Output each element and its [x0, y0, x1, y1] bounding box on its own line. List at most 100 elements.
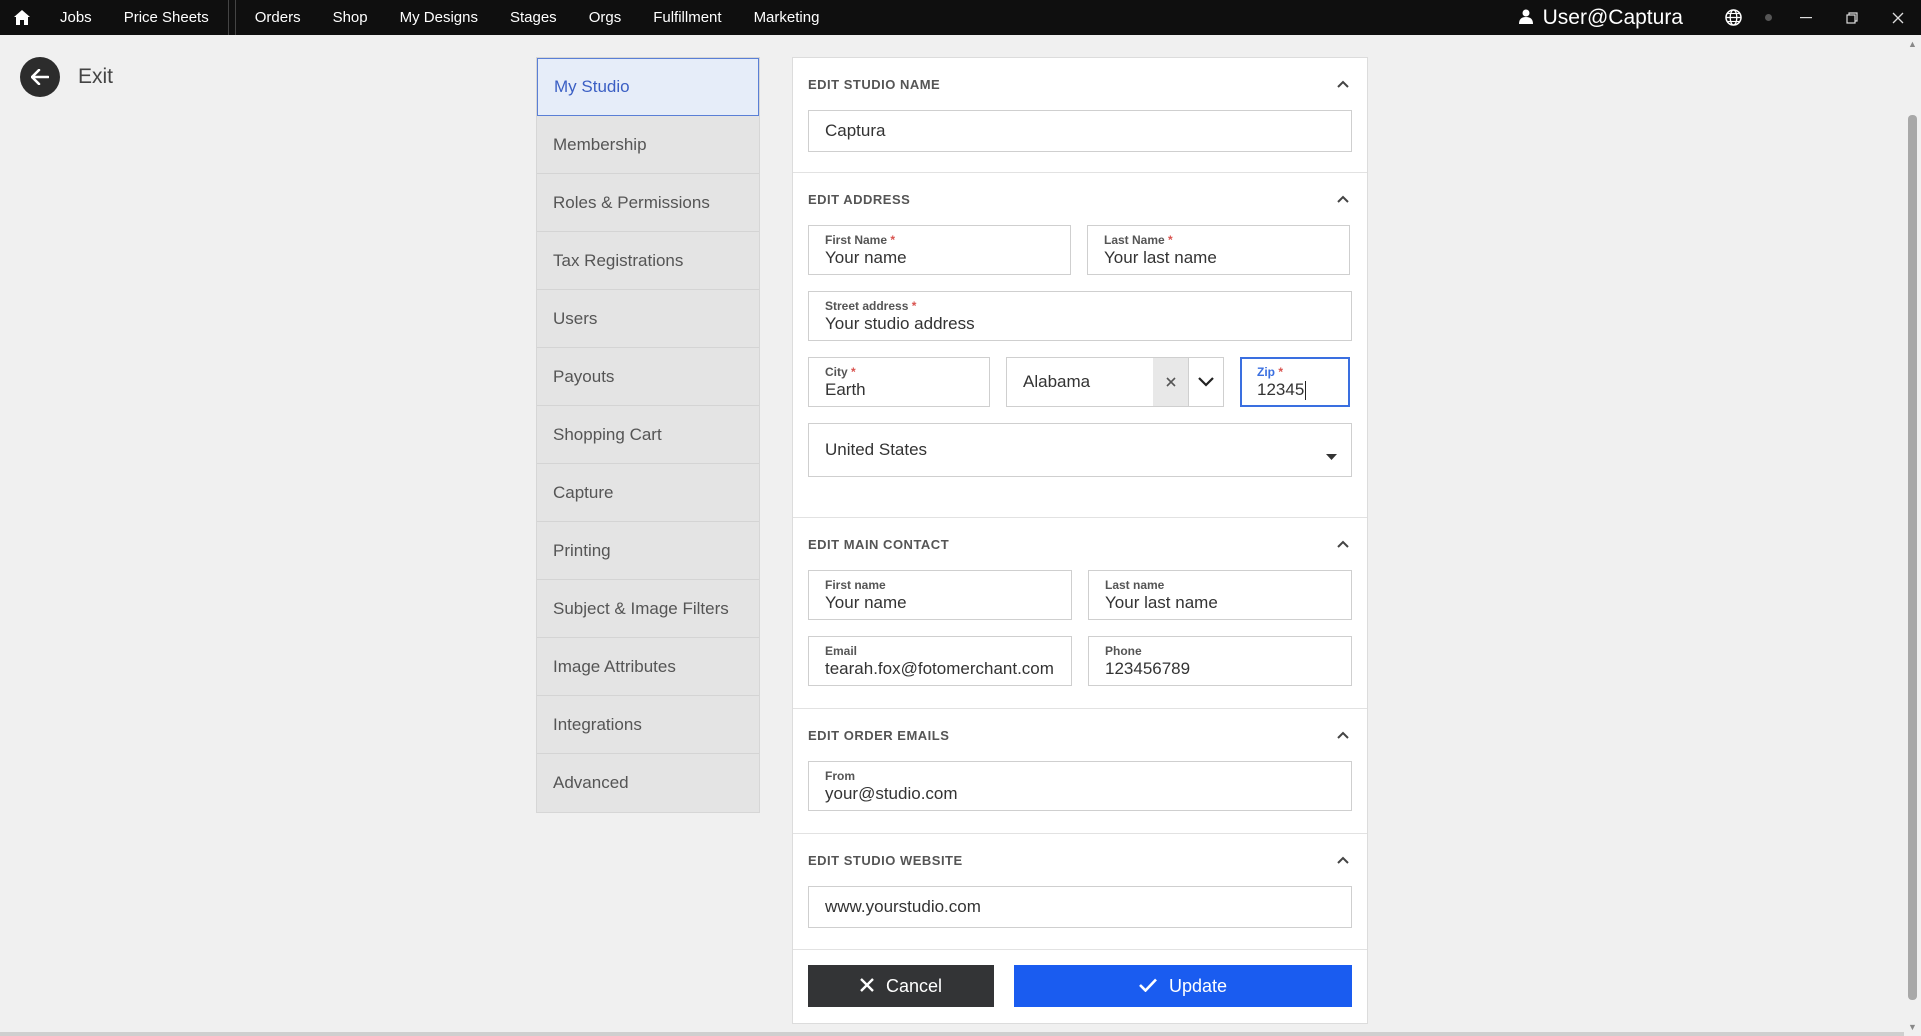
exit-label: Exit	[78, 65, 114, 88]
cancel-button[interactable]: Cancel	[808, 965, 994, 1007]
horizontal-scrollbar[interactable]	[0, 1032, 1904, 1036]
nav-stages[interactable]: Stages	[494, 0, 573, 35]
studio-name-section: EDIT STUDIO NAME Captura	[793, 58, 1367, 173]
section-header[interactable]: EDIT ADDRESS	[808, 173, 1352, 225]
city-field[interactable]: City * Earth	[808, 357, 990, 407]
caret-down-icon	[1326, 447, 1337, 465]
section-header[interactable]: EDIT STUDIO WEBSITE	[808, 834, 1352, 886]
chevron-up-icon[interactable]	[1334, 535, 1352, 553]
nav-orgs[interactable]: Orgs	[573, 0, 638, 35]
sidebar-item-my-studio[interactable]: My Studio	[537, 58, 759, 116]
section-header[interactable]: EDIT STUDIO NAME	[808, 58, 1352, 110]
contact-phone-field[interactable]: Phone 123456789	[1088, 636, 1352, 686]
field-value: Earth	[825, 380, 866, 399]
vertical-scrollbar[interactable]: ▲ ▼	[1904, 35, 1921, 1036]
exit-button[interactable]: Exit	[20, 57, 113, 97]
sidebar-item-tax-registrations[interactable]: Tax Registrations	[537, 232, 759, 290]
minimize-icon[interactable]	[1783, 0, 1829, 35]
required-mark: *	[890, 233, 896, 247]
country-value: United States	[825, 440, 928, 459]
user-menu[interactable]: User@Captura	[1518, 5, 1683, 30]
field-value: Your last name	[1105, 593, 1218, 612]
contact-email-field[interactable]: Email tearah.fox@fotomerchant.com	[808, 636, 1072, 686]
section-title: EDIT ADDRESS	[808, 191, 911, 207]
scrollbar-thumb[interactable]	[1908, 115, 1917, 1000]
nav-marketing[interactable]: Marketing	[738, 0, 836, 35]
sidebar-item-printing[interactable]: Printing	[537, 522, 759, 580]
sidebar-item-subject-image-filters[interactable]: Subject & Image Filters	[537, 580, 759, 638]
sidebar-item-shopping-cart[interactable]: Shopping Cart	[537, 406, 759, 464]
globe-icon[interactable]	[1713, 9, 1753, 26]
required-mark: *	[1278, 365, 1284, 379]
website-value: www.yourstudio.com	[825, 897, 981, 916]
update-button[interactable]: Update	[1014, 965, 1352, 1007]
field-label: Last Name	[1104, 233, 1165, 247]
field-value: 123456789	[1105, 659, 1191, 678]
close-window-icon[interactable]	[1875, 0, 1921, 35]
scroll-up-icon[interactable]: ▲	[1908, 39, 1917, 49]
field-label: First name	[825, 578, 886, 592]
sidebar-item-image-attributes[interactable]: Image Attributes	[537, 638, 759, 696]
nav-fulfillment[interactable]: Fulfillment	[637, 0, 737, 35]
section-header[interactable]: EDIT MAIN CONTACT	[808, 518, 1352, 570]
field-label: Zip	[1257, 365, 1275, 379]
close-icon	[860, 976, 874, 997]
website-field[interactable]: www.yourstudio.com	[808, 886, 1352, 928]
studio-settings-panel: EDIT STUDIO NAME Captura EDIT ADDRESS Fi…	[792, 57, 1368, 1024]
nav-orders[interactable]: Orders	[239, 0, 317, 35]
required-mark: *	[911, 299, 917, 313]
restore-icon[interactable]	[1829, 0, 1875, 35]
clear-state-icon[interactable]	[1153, 358, 1188, 406]
chevron-down-icon[interactable]	[1188, 358, 1223, 406]
settings-sidebar: My Studio Membership Roles & Permissions…	[536, 57, 760, 813]
nav-shop[interactable]: Shop	[317, 0, 384, 35]
sidebar-item-payouts[interactable]: Payouts	[537, 348, 759, 406]
contact-first-name-field[interactable]: First name Your name	[808, 570, 1072, 620]
studio-name-field[interactable]: Captura	[808, 110, 1352, 152]
field-value: tearah.fox@fotomerchant.com	[825, 659, 1054, 678]
topbar-right: User@Captura	[1518, 0, 1921, 35]
chevron-up-icon[interactable]	[1334, 726, 1352, 744]
sidebar-item-users[interactable]: Users	[537, 290, 759, 348]
nav-divider	[234, 0, 236, 35]
sidebar-item-advanced[interactable]: Advanced	[537, 754, 759, 812]
text-cursor	[1305, 381, 1306, 400]
chevron-up-icon[interactable]	[1334, 75, 1352, 93]
field-label: First Name	[825, 233, 888, 247]
field-value: Your last name	[1104, 248, 1217, 267]
nav-price-sheets[interactable]: Price Sheets	[108, 0, 225, 35]
top-nav-bar: Jobs Price Sheets Orders Shop My Designs…	[0, 0, 1921, 35]
nav-jobs[interactable]: Jobs	[44, 0, 108, 35]
field-value: Your studio address	[825, 314, 975, 333]
field-label: Street address	[825, 299, 909, 313]
scroll-down-icon[interactable]: ▼	[1908, 1022, 1917, 1032]
sidebar-item-roles-permissions[interactable]: Roles & Permissions	[537, 174, 759, 232]
sidebar-item-integrations[interactable]: Integrations	[537, 696, 759, 754]
section-header[interactable]: EDIT ORDER EMAILS	[808, 709, 1352, 761]
contact-last-name-field[interactable]: Last name Your last name	[1088, 570, 1352, 620]
nav-my-designs[interactable]: My Designs	[384, 0, 494, 35]
user-name: User@Captura	[1542, 5, 1683, 29]
address-first-name-field[interactable]: First Name * Your name	[808, 225, 1071, 275]
section-title: EDIT MAIN CONTACT	[808, 536, 950, 552]
chevron-up-icon[interactable]	[1334, 851, 1352, 869]
cancel-label: Cancel	[885, 975, 943, 996]
address-section: EDIT ADDRESS First Name * Your name Last…	[793, 173, 1367, 518]
studio-name-value: Captura	[825, 121, 886, 140]
required-mark: *	[1168, 233, 1173, 247]
sidebar-item-capture[interactable]: Capture	[537, 464, 759, 522]
street-address-field[interactable]: Street address * Your studio address	[808, 291, 1352, 341]
address-last-name-field[interactable]: Last Name * Your last name	[1087, 225, 1350, 275]
field-value: your@studio.com	[825, 784, 958, 803]
sidebar-item-membership[interactable]: Membership	[537, 116, 759, 174]
required-mark: *	[851, 365, 856, 379]
chevron-up-icon[interactable]	[1334, 190, 1352, 208]
field-label: Phone	[1105, 644, 1142, 658]
state-select[interactable]: Alabama	[1006, 357, 1224, 407]
order-emails-section: EDIT ORDER EMAILS From your@studio.com	[793, 709, 1367, 834]
zip-field[interactable]: Zip * 12345	[1240, 357, 1350, 407]
state-value: Alabama	[1023, 372, 1091, 391]
order-from-email-field[interactable]: From your@studio.com	[808, 761, 1352, 811]
home-icon[interactable]	[0, 0, 44, 35]
country-select[interactable]: United States	[808, 423, 1352, 477]
